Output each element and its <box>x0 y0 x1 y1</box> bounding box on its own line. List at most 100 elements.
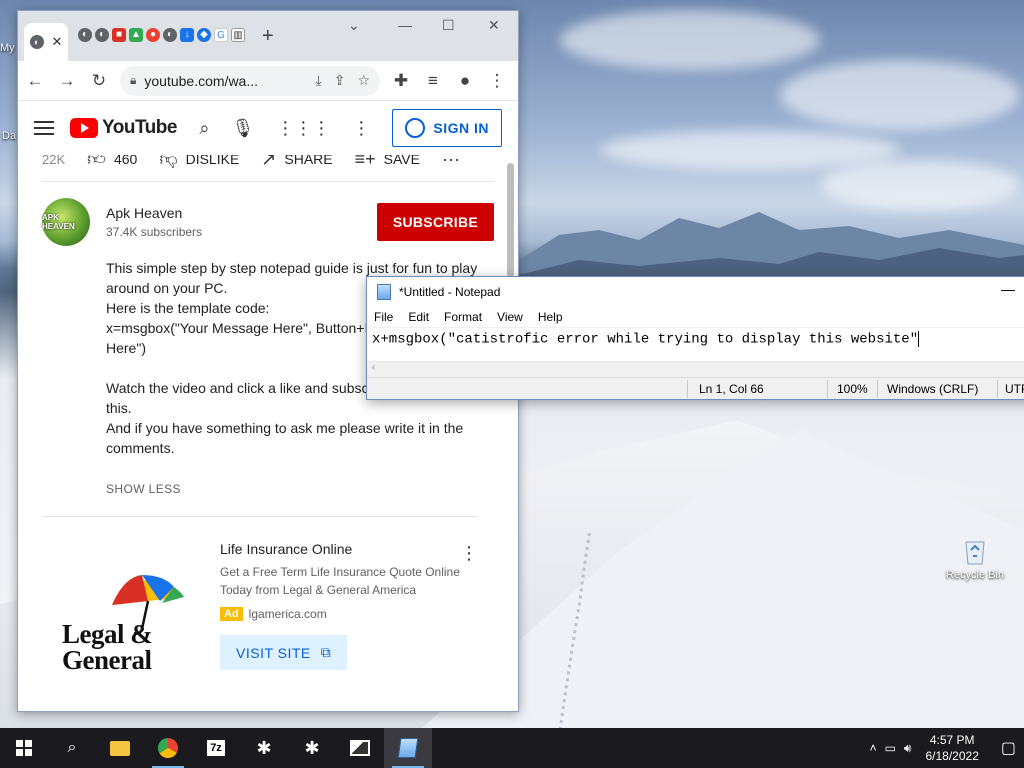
microphone-icon[interactable]: 🎙︎ <box>232 118 255 139</box>
share-arrow-icon: ↗ <box>261 155 277 169</box>
install-icon[interactable]: ⤓ <box>316 72 322 89</box>
subscribe-button[interactable]: SUBSCRIBE <box>376 203 494 241</box>
app-button[interactable]: ✱ <box>288 728 336 768</box>
desktop-label-partial[interactable]: Da <box>2 130 16 142</box>
ad-card: Legal & General Life Insurance Online Ge… <box>18 517 518 707</box>
file-explorer-button[interactable] <box>96 728 144 768</box>
chrome-icon <box>158 738 178 758</box>
menu-edit[interactable]: Edit <box>408 310 429 324</box>
dislike-label: DISLIKE <box>185 155 240 167</box>
notepad-taskbar-button[interactable] <box>384 728 432 768</box>
save-button[interactable]: ≡+ SAVE <box>355 155 420 170</box>
photos-button[interactable] <box>336 728 384 768</box>
reload-icon[interactable]: ↻ <box>88 70 110 92</box>
horizontal-scrollbar[interactable]: ‹ <box>367 361 1024 377</box>
sign-in-button[interactable]: SIGN IN <box>392 109 502 147</box>
menu-view[interactable]: View <box>497 310 523 324</box>
view-count-partial: 22K <box>42 155 66 167</box>
google-icon[interactable]: G <box>214 28 228 42</box>
subscriber-count: 37.4K subscribers <box>106 225 203 239</box>
like-button[interactable]: 👍︎ 460 <box>87 155 137 170</box>
menu-kebab-icon[interactable]: ⋮ <box>486 70 508 92</box>
status-separator <box>877 380 878 398</box>
hamburger-menu-icon[interactable] <box>34 117 54 139</box>
minimize-button[interactable]: — <box>398 17 412 33</box>
notepad-text-area[interactable]: x+msgbox("catistrofic error while trying… <box>367 327 1024 361</box>
tab-search-button[interactable]: ⌄ <box>348 17 360 34</box>
menu-format[interactable]: Format <box>444 310 482 324</box>
clock[interactable]: 4:57 PM 6/18/2022 <box>919 732 984 764</box>
ad-thumbnail[interactable]: Legal & General <box>42 539 210 707</box>
notification-icon[interactable]: ▢ <box>993 738 1016 758</box>
start-button[interactable] <box>0 728 48 768</box>
show-less-button[interactable]: SHOW LESS <box>18 458 518 496</box>
youtube-logo[interactable]: YouTube <box>70 117 177 139</box>
apps-grid-icon[interactable]: ⋮⋮⋮ <box>276 118 330 139</box>
visit-site-button[interactable]: VISIT SITE ⧉ <box>220 635 348 670</box>
share-icon[interactable]: ⇪ <box>334 72 346 89</box>
new-tab-button[interactable]: + <box>262 25 274 48</box>
clock-time: 4:57 PM <box>929 733 975 747</box>
app-icon[interactable]: ● <box>146 28 160 42</box>
ad-title[interactable]: Life Insurance Online <box>220 541 494 557</box>
minimize-button[interactable]: — <box>1001 281 1015 297</box>
cloud <box>780 60 1020 130</box>
channel-avatar[interactable]: APK HEAVEN <box>42 198 90 246</box>
lock-icon: 🔒︎ <box>130 73 137 87</box>
media-queue-icon[interactable]: ≡ <box>422 70 444 92</box>
app-button[interactable]: ✱ <box>240 728 288 768</box>
tab-list: ◐ ◐ ■ ▲ ● ◐ ↓ ◆ G ▥ <box>78 28 245 42</box>
sign-in-label: SIGN IN <box>433 120 489 136</box>
7zip-button[interactable]: 7z <box>192 728 240 768</box>
thumbs-up-icon: 👍︎ <box>87 155 106 169</box>
share-button[interactable]: ↗ SHARE <box>261 155 332 170</box>
building-icon[interactable]: ▥ <box>231 28 245 42</box>
thumbs-down-icon: 👎︎ <box>159 155 178 169</box>
close-button[interactable]: ✕ <box>488 17 500 34</box>
share-label: SHARE <box>284 155 333 167</box>
account-circle-icon <box>405 118 426 138</box>
scroll-left-icon[interactable]: ‹ <box>372 362 375 373</box>
download-icon[interactable]: ↓ <box>180 28 194 42</box>
youtube-header-tools: ⌕ 🎙︎ ⋮⋮⋮ ⋮ SIGN IN <box>199 109 502 147</box>
desktop-label-partial[interactable]: My <box>0 42 15 54</box>
youtube-play-icon <box>70 118 98 138</box>
address-bar[interactable]: 🔒︎ youtube.com/wa... ⤓ ⇪ ☆ <box>120 65 380 96</box>
page-scrollbar[interactable] <box>507 163 514 277</box>
dislike-button[interactable]: 👎︎ DISLIKE <box>159 155 239 170</box>
menu-help[interactable]: Help <box>538 310 563 324</box>
chrome-taskbar-button[interactable] <box>144 728 192 768</box>
forward-icon[interactable]: → <box>56 70 78 92</box>
android-icon[interactable]: ▲ <box>129 28 143 42</box>
bug-icon: ✱ <box>256 737 272 758</box>
app-icon[interactable]: ■ <box>112 28 126 42</box>
notepad-titlebar[interactable]: *Untitled - Notepad — <box>367 277 1024 307</box>
tab-close-button[interactable]: ✕ <box>52 34 63 50</box>
globe-icon[interactable]: ◐ <box>95 28 109 42</box>
network-icon[interactable]: ▭ <box>885 741 896 755</box>
ad-menu-kebab-icon[interactable]: ⋮ <box>460 543 478 564</box>
photos-icon <box>350 740 370 756</box>
search-button[interactable]: ⌕ <box>48 728 96 768</box>
active-tab[interactable]: ◐ ✕ <box>24 23 68 61</box>
more-actions-button[interactable]: ··· <box>442 155 460 170</box>
globe-icon[interactable]: ◐ <box>78 28 92 42</box>
settings-kebab-icon[interactable]: ⋮ <box>352 118 370 139</box>
cloud <box>560 10 820 70</box>
back-icon[interactable]: ← <box>24 70 46 92</box>
globe-icon[interactable]: ◐ <box>163 28 177 42</box>
search-icon[interactable]: ⌕ <box>199 118 209 139</box>
bookmark-star-icon[interactable]: ☆ <box>357 72 370 89</box>
profile-icon[interactable]: ● <box>454 70 476 92</box>
app-icon[interactable]: ◆ <box>197 28 211 42</box>
menu-file[interactable]: File <box>374 310 393 324</box>
maximize-button[interactable]: ☐ <box>442 17 455 34</box>
recycle-bin-shortcut[interactable]: Recycle Bin <box>942 536 1008 581</box>
volume-icon[interactable]: 🔊︎ <box>904 741 912 756</box>
chevron-up-icon[interactable]: ˄ <box>870 741 877 755</box>
brand-line: Legal & <box>62 619 153 649</box>
avatar-text: APK HEAVEN <box>42 213 75 231</box>
channel-name[interactable]: Apk Heaven <box>106 205 202 221</box>
status-separator <box>997 380 998 398</box>
extensions-icon[interactable]: ✚ <box>390 70 412 92</box>
